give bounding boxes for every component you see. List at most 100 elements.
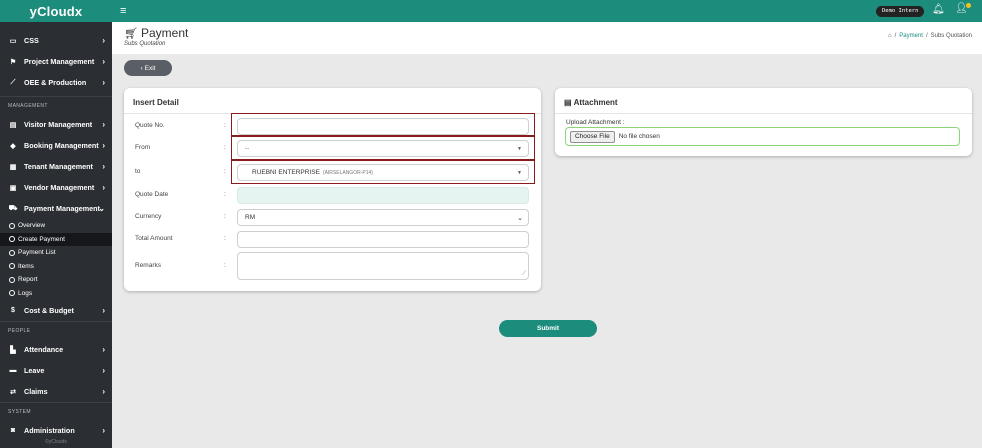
sidebar-item-oee-production[interactable]: ⟋ OEE & Production › (0, 72, 112, 93)
highlight-box-from (231, 136, 535, 160)
tag-icon: ◆ (10, 142, 16, 150)
section-people: PEOPLE (0, 321, 112, 339)
vendor-card-icon: ▣ (9, 184, 17, 192)
sidebar-item-payment-management[interactable]: ⛟ Payment Management ⌄ (0, 198, 112, 219)
colon: : (224, 235, 226, 242)
exchange-icon: ⇄ (10, 388, 16, 396)
quote-date-input[interactable] (237, 187, 529, 204)
chevron-right-icon: › (102, 366, 105, 375)
notification-dot (965, 3, 971, 8)
page-header: 🛒︎ Payment Subs Quotation ⌂ / Payment / … (112, 22, 982, 54)
sidebar-item-booking-management[interactable]: ◆ Booking Management › (0, 135, 112, 156)
chevron-right-icon: › (102, 387, 105, 396)
sidebar-item-label: Vendor Management (24, 183, 95, 192)
sidebar-item-cost-budget[interactable]: $ Cost & Budget › (0, 300, 112, 321)
upload-attachment-label: Upload Attachment : (566, 119, 625, 126)
user-icon[interactable]: 👤︎ (955, 3, 971, 14)
sidebar-item-label: Payment Management (24, 204, 100, 213)
chevron-right-icon: › (102, 141, 105, 150)
resize-handle-icon[interactable]: ⟋ (522, 271, 526, 278)
home-icon[interactable]: ⌂ (888, 33, 892, 39)
sidebar-item-label: Visitor Management (24, 120, 93, 129)
sidebar-item-visitor-management[interactable]: ▤ Visitor Management › (0, 114, 112, 135)
circle-icon (9, 263, 15, 270)
sidebar-subitem-label: Create Payment (18, 235, 65, 243)
chevron-right-icon: › (102, 183, 105, 192)
sidebar-item-attendance[interactable]: ▙ Attendance › (0, 339, 112, 360)
currency-select-value: RM (245, 214, 256, 221)
chevron-right-icon: › (102, 162, 105, 171)
from-label: From (135, 144, 151, 151)
sidebar-subitem-create-payment[interactable]: Create Payment (0, 232, 112, 246)
remarks-textarea[interactable]: ⟋ (237, 252, 529, 280)
breadcrumb-current: Subs Quotation (930, 33, 972, 39)
sidebar-item-label: Leave (24, 366, 45, 375)
sidebar-item-label: OEE & Production (24, 78, 87, 87)
topbar: ≡ Demo Intern 🔔︎ 👤︎ (112, 0, 982, 22)
user-badge[interactable]: Demo Intern (876, 6, 925, 17)
admin-icon: ◙ (10, 427, 16, 434)
total-amount-label: Total Amount (135, 235, 173, 242)
sidebar-item-css[interactable]: ▭ CSS › (0, 30, 112, 51)
chevron-right-icon: › (102, 120, 105, 129)
circle-icon (9, 236, 15, 243)
sidebar: yCloudx ▭ CSS › ⚑ Project Management › ⟋… (0, 0, 112, 448)
sidebar-item-label: Booking Management (24, 141, 99, 150)
exit-button[interactable]: ‹ Exit (124, 60, 172, 76)
flag-icon: ⚑ (9, 58, 17, 66)
hamburger-icon[interactable]: ≡ (120, 5, 126, 17)
colon: : (224, 168, 226, 175)
quote-no-label: Quote No. (135, 122, 165, 129)
sidebar-item-label: Cost & Budget (24, 306, 74, 315)
sidebar-subitem-overview[interactable]: Overview (0, 219, 112, 233)
page-subtitle: Subs Quotation (124, 41, 166, 47)
page-title: 🛒︎ Payment (124, 26, 188, 40)
sidebar-item-label: CSS (24, 36, 39, 45)
dollar-icon: $ (11, 307, 15, 314)
attendance-icon: ▙ (10, 346, 16, 354)
currency-label: Currency (135, 213, 162, 220)
sidebar-item-vendor-management[interactable]: ▣ Vendor Management › (0, 177, 112, 198)
sidebar-subitem-items[interactable]: Items (0, 260, 112, 274)
colon: : (224, 262, 226, 269)
sidebar-item-administration[interactable]: ◙ Administration › (0, 420, 112, 441)
choose-file-button[interactable]: Choose File (570, 130, 615, 143)
currency-select[interactable]: RM ⌄ (237, 209, 529, 226)
sidebar-item-project-management[interactable]: ⚑ Project Management › (0, 51, 112, 72)
breadcrumb-separator: / (925, 33, 928, 39)
sidebar-item-label: Project Management (24, 57, 95, 66)
chevron-left-icon: ‹ (140, 64, 143, 72)
exit-label: Exit (144, 64, 156, 72)
submit-button[interactable]: Submit (499, 320, 597, 337)
sidebar-subitem-report[interactable]: Report (0, 273, 112, 287)
file-upload-field[interactable]: Choose File No file chosen (565, 127, 960, 146)
breadcrumb-payment-link[interactable]: Payment (899, 33, 923, 39)
sidebar-subitem-payment-list[interactable]: Payment List (0, 246, 112, 260)
sidebar-item-tenant-management[interactable]: ▦ Tenant Management › (0, 156, 112, 177)
colon: : (224, 213, 226, 220)
sidebar-subitem-label: Payment List (18, 249, 56, 257)
cart-icon: ⛟ (8, 205, 18, 212)
total-amount-input[interactable] (237, 231, 529, 248)
remarks-label: Remarks (135, 262, 162, 269)
highlight-box-to (231, 160, 535, 184)
circle-icon (9, 222, 15, 229)
chevron-down-icon: ⌄ (517, 214, 523, 222)
highlight-box-quote-no (231, 113, 535, 136)
bell-icon[interactable]: 🔔︎ (932, 4, 945, 15)
monitor-icon: ▭ (9, 37, 17, 45)
sidebar-item-label: Attendance (24, 345, 64, 354)
sidebar-subitem-logs[interactable]: Logs (0, 287, 112, 301)
colon: : (224, 122, 226, 129)
insert-detail-title: Insert Detail (133, 98, 179, 107)
brand-logo[interactable]: yCloudx (0, 0, 112, 22)
sidebar-item-claims[interactable]: ⇄ Claims › (0, 381, 112, 402)
circle-icon (9, 290, 15, 297)
chevron-right-icon: › (102, 345, 105, 354)
chevron-right-icon: › (102, 426, 105, 435)
section-management: MANAGEMENT (0, 96, 112, 114)
sidebar-item-leave[interactable]: ▬ Leave › (0, 360, 112, 381)
attachment-card: ▤ Attachment Upload Attachment : Choose … (555, 88, 972, 156)
chevron-right-icon: › (102, 57, 105, 66)
chevron-right-icon: › (102, 36, 105, 45)
